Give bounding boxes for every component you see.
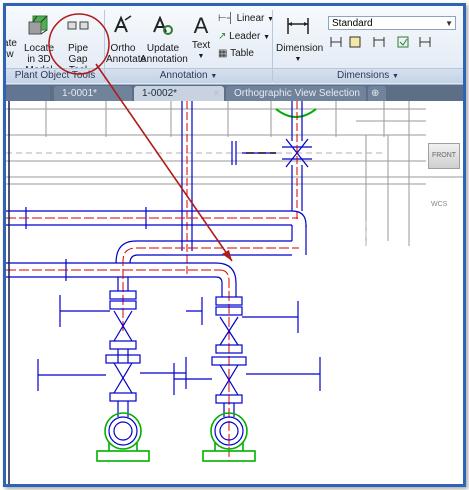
callout-arrow-line (95, 63, 233, 262)
callout-overlay (48, 13, 233, 262)
callout-circle (48, 13, 110, 75)
screenshot-frame: ate w Locate in 3D Model Pipe Gap Tool (3, 3, 466, 487)
callout-arrowhead (222, 250, 232, 261)
